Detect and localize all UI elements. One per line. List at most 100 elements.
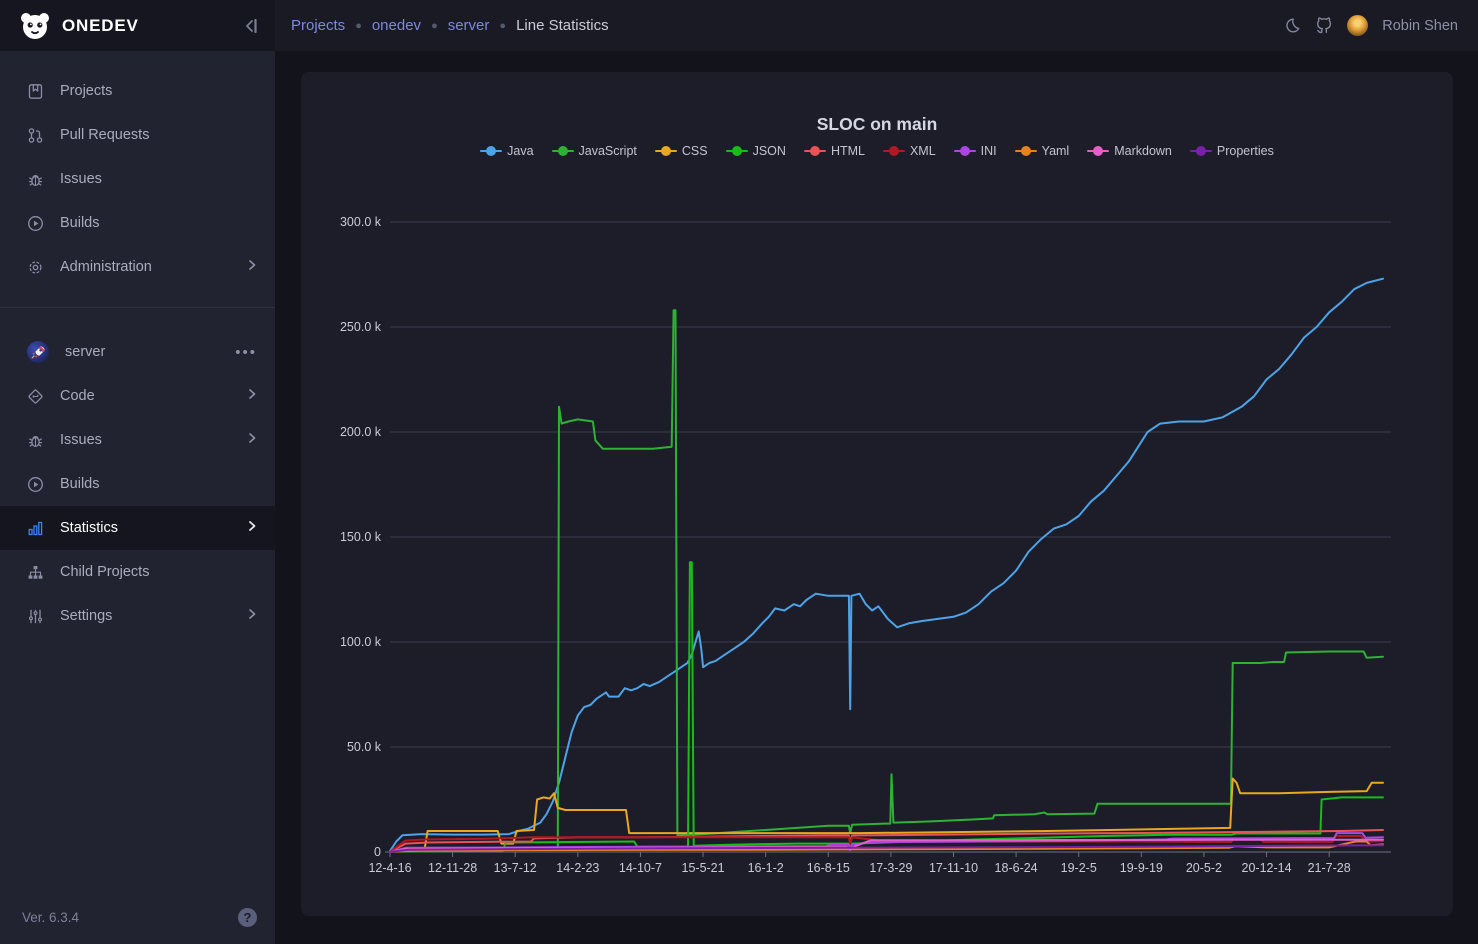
- chevron-right-icon: [247, 432, 257, 448]
- legend-marker: [480, 146, 502, 156]
- sidebar-item-projects[interactable]: Projects: [0, 69, 275, 113]
- collapse-sidebar-icon[interactable]: [243, 17, 259, 35]
- sidebar-item-child-projects[interactable]: Child Projects: [0, 550, 275, 594]
- sliders-icon: [27, 608, 44, 625]
- avatar[interactable]: [1347, 15, 1368, 36]
- series-line-javascript: [390, 310, 1383, 851]
- legend-label: JSON: [753, 144, 786, 158]
- legend-label: INI: [981, 144, 997, 158]
- sidebar-item-settings[interactable]: Settings: [0, 594, 275, 638]
- legend-item-json[interactable]: JSON: [726, 144, 786, 158]
- project-name: server: [65, 344, 235, 360]
- x-axis-tick-label: 20-12-14: [1242, 861, 1292, 875]
- play-circle-icon: [27, 476, 44, 493]
- breadcrumb-separator: ●: [355, 20, 362, 32]
- chevron-right-icon: [247, 520, 257, 536]
- x-axis-tick-label: 14-10-7: [619, 861, 662, 875]
- legend-item-css[interactable]: CSS: [655, 144, 708, 158]
- github-icon[interactable]: [1315, 17, 1333, 35]
- app-title: ONEDEV: [62, 16, 243, 36]
- x-axis-tick-label: 19-2-5: [1061, 861, 1097, 875]
- sloc-chart: 050.0 k100.0 k150.0 k200.0 k250.0 k300.0…: [301, 72, 1453, 916]
- sidebar-project-header[interactable]: server •••: [0, 330, 275, 374]
- topbar: Projects ● onedev ● server ● Line Statis…: [275, 0, 1478, 51]
- sidebar-item-code[interactable]: Code: [0, 374, 275, 418]
- sidebar-item-label: Statistics: [60, 520, 247, 536]
- legend-marker: [726, 146, 748, 156]
- legend-item-yaml[interactable]: Yaml: [1015, 144, 1070, 158]
- legend-marker: [1087, 146, 1109, 156]
- code-diamond-icon: [27, 388, 44, 405]
- sidebar: ONEDEV Projects Pull Requests Issues Bui…: [0, 0, 275, 944]
- x-axis-tick-label: 13-7-12: [494, 861, 537, 875]
- y-axis-tick-label: 150.0 k: [340, 530, 382, 544]
- sidebar-item-pull-requests[interactable]: Pull Requests: [0, 113, 275, 157]
- legend-marker: [883, 146, 905, 156]
- breadcrumb-separator: ●: [431, 20, 438, 32]
- sidebar-item-project-issues[interactable]: Issues: [0, 418, 275, 462]
- bug-icon: [27, 171, 44, 188]
- sidebar-item-label: Builds: [60, 215, 257, 231]
- sidebar-item-label: Issues: [60, 432, 247, 448]
- sidebar-item-label: Child Projects: [60, 564, 257, 580]
- moon-icon[interactable]: [1284, 17, 1301, 34]
- rocket-avatar: [27, 341, 49, 363]
- sidebar-main-nav: Projects Pull Requests Issues Builds Adm…: [0, 51, 275, 289]
- chevron-right-icon: [247, 608, 257, 624]
- legend-marker: [804, 146, 826, 156]
- legend-label: JavaScript: [579, 144, 637, 158]
- x-axis-tick-label: 15-5-21: [682, 861, 725, 875]
- sidebar-item-statistics[interactable]: Statistics: [0, 506, 275, 550]
- legend-item-xml[interactable]: XML: [883, 144, 936, 158]
- sidebar-item-administration[interactable]: Administration: [0, 245, 275, 289]
- sidebar-item-label: Projects: [60, 83, 257, 99]
- x-axis-tick-label: 16-8-15: [807, 861, 850, 875]
- sidebar-item-builds[interactable]: Builds: [0, 201, 275, 245]
- bar-chart-icon: [27, 520, 44, 537]
- series-line-java: [390, 279, 1383, 851]
- y-axis-tick-label: 250.0 k: [340, 320, 382, 334]
- legend-item-javascript[interactable]: JavaScript: [552, 144, 637, 158]
- breadcrumb-server[interactable]: server: [448, 17, 490, 34]
- gear-icon: [27, 259, 44, 276]
- x-axis-tick-label: 19-9-19: [1120, 861, 1163, 875]
- line-statistics-card: 050.0 k100.0 k150.0 k200.0 k250.0 k300.0…: [301, 72, 1453, 916]
- legend-item-html[interactable]: HTML: [804, 144, 865, 158]
- y-axis-tick-label: 300.0 k: [340, 215, 382, 229]
- book-icon: [27, 83, 44, 100]
- sidebar-item-issues[interactable]: Issues: [0, 157, 275, 201]
- breadcrumb-onedev[interactable]: onedev: [372, 17, 421, 34]
- breadcrumb-current-page: Line Statistics: [516, 17, 609, 34]
- bug-icon: [27, 432, 44, 449]
- legend-item-markdown[interactable]: Markdown: [1087, 144, 1172, 158]
- ellipsis-icon[interactable]: •••: [235, 344, 257, 361]
- x-axis-tick-label: 16-1-2: [748, 861, 784, 875]
- x-axis-tick-label: 14-2-23: [556, 861, 599, 875]
- sidebar-project-nav: server ••• Code Issues Builds Statistics…: [0, 308, 275, 890]
- legend-marker: [1015, 146, 1037, 156]
- legend-label: Markdown: [1114, 144, 1172, 158]
- legend-item-ini[interactable]: INI: [954, 144, 997, 158]
- chart-legend: Java JavaScript CSS JSON HTML XML INI Yaml Markd…: [301, 144, 1453, 158]
- breadcrumb-projects[interactable]: Projects: [291, 17, 345, 34]
- sitemap-icon: [27, 564, 44, 581]
- legend-item-java[interactable]: Java: [480, 144, 533, 158]
- chevron-right-icon: [247, 388, 257, 404]
- x-axis-tick-label: 20-5-2: [1186, 861, 1222, 875]
- question-circle-icon[interactable]: ?: [238, 908, 257, 927]
- sidebar-item-label: Issues: [60, 171, 257, 187]
- legend-label: HTML: [831, 144, 865, 158]
- y-axis-tick-label: 0: [374, 845, 381, 859]
- sidebar-header: ONEDEV: [0, 0, 275, 51]
- sidebar-footer: Ver. 6.3.4 ?: [0, 890, 275, 944]
- onedev-panda-logo: [18, 9, 52, 43]
- legend-label: Properties: [1217, 144, 1274, 158]
- chart-title: SLOC on main: [301, 114, 1453, 135]
- x-axis-tick-label: 12-4-16: [368, 861, 411, 875]
- x-axis-tick-label: 21-7-28: [1308, 861, 1351, 875]
- sidebar-item-label: Settings: [60, 608, 247, 624]
- x-axis-tick-label: 17-11-10: [929, 861, 978, 875]
- user-name[interactable]: Robin Shen: [1382, 18, 1458, 34]
- legend-item-properties[interactable]: Properties: [1190, 144, 1274, 158]
- sidebar-item-project-builds[interactable]: Builds: [0, 462, 275, 506]
